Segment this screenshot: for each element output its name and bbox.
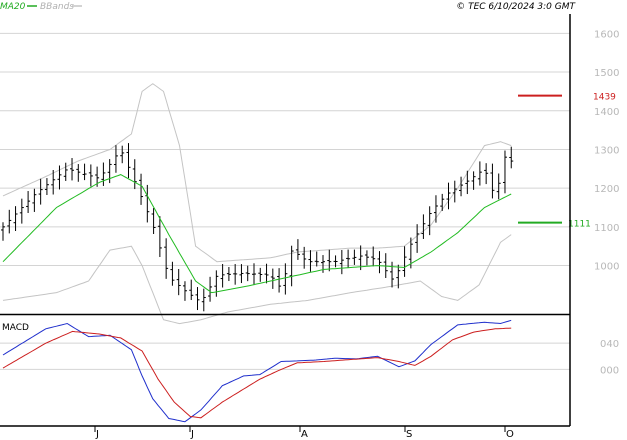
chart-canvas: 1439 1111 1600 1500 1400 1300 1200 1100 1000 040… — [0, 0, 627, 440]
x-axis-tick-label: S — [406, 429, 412, 440]
price-axis-tick-label: 1500 — [594, 68, 619, 79]
price-axis-tick-label: 1400 — [594, 107, 619, 118]
copyright-text: © TEC 6/10/2024 3:0 GMT — [456, 2, 576, 12]
price-axis-tick-label: 1000 — [594, 262, 619, 273]
x-axis-tick-label: O — [506, 429, 514, 440]
x-axis-tick-label: J — [190, 429, 194, 440]
x-axis-tick-label: A — [301, 429, 308, 440]
macd-axis-tick-label: 000 — [600, 365, 619, 376]
legend-bbands: BBands — [40, 2, 74, 12]
price-axis-tick-label: 1300 — [594, 145, 619, 156]
chart-background — [0, 0, 627, 440]
macd-axis-tick-label: 040 — [600, 339, 619, 350]
x-axis-tick-label: J — [95, 429, 99, 440]
price-axis-tick-label: 1600 — [594, 29, 619, 40]
legend-ma20: MA20 — [0, 2, 26, 12]
price-axis-tick-label: 1100 — [594, 223, 619, 234]
support-label: 1111 — [568, 220, 591, 230]
macd-panel-title: MACD — [2, 323, 29, 333]
price-axis-tick-label: 1200 — [594, 184, 619, 195]
resistance-label: 1439 — [593, 93, 616, 103]
